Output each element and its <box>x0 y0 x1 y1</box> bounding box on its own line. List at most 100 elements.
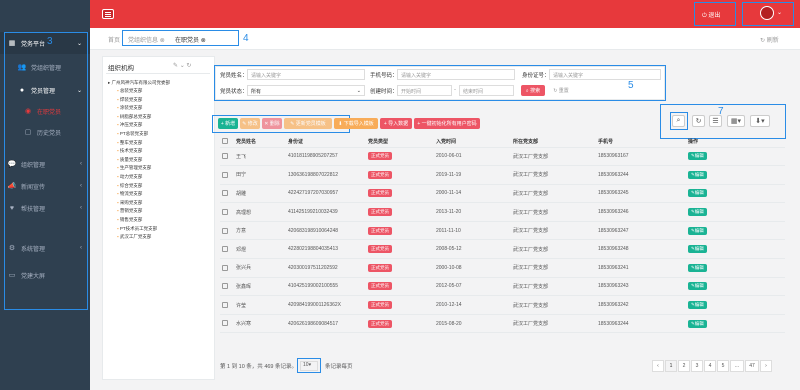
row-checkbox[interactable] <box>220 295 234 315</box>
import-data-button[interactable]: + 导入数据 <box>380 118 412 129</box>
tree-node[interactable]: ▪ 总装党支部 <box>117 88 142 94</box>
cell-name: 田宁 <box>234 165 286 185</box>
toolbar-refresh-button[interactable]: ↻ <box>692 115 705 127</box>
table-row[interactable]: 水兴寒 420626198609084517 正式党员 2015-08-20 武汉工厂党… <box>220 314 785 334</box>
toolbar-columns-button[interactable]: ▦▾ <box>727 115 745 127</box>
refresh-button[interactable]: ↻ 刷新 <box>760 35 779 44</box>
tree-node[interactable]: ▪ 物流党支部 <box>117 191 142 197</box>
tree-node[interactable]: ▪ 技术党支部 <box>117 148 142 154</box>
table-row[interactable]: 张兴兵 420300197511202592 正式党员 2000-10-08 武汉工厂党… <box>220 258 785 278</box>
tree-node[interactable]: ▪ 销售党支部 <box>117 217 142 223</box>
table-row[interactable]: 许莹 420984199001126362X 正式党员 2010-12-14 武汉工厂党… <box>220 295 785 315</box>
tab-home[interactable]: 首页 <box>108 35 120 44</box>
row-edit-button[interactable]: ✎编辑 <box>688 189 707 198</box>
tree-tools[interactable]: ✎ ⌄ ↻ <box>173 62 191 69</box>
start-time-input[interactable]: 开始时间 <box>397 85 452 96</box>
tree-node[interactable]: ▪ 营销党支部 <box>117 208 142 214</box>
refresh-icon[interactable]: ↻ <box>186 63 191 69</box>
end-time-input[interactable]: 结束时间 <box>459 85 514 96</box>
page-button[interactable]: 5 <box>717 360 729 372</box>
row-edit-button[interactable]: ✎编辑 <box>688 170 707 179</box>
toolbar-export-button[interactable]: ⬇▾ <box>750 115 770 127</box>
table-row[interactable]: 方意 420683198910064248 正式党员 2011-11-10 武汉工厂党支… <box>220 221 785 241</box>
tree-node[interactable]: ▪ 武汉工厂党支部 <box>117 234 151 240</box>
page-button[interactable]: 47 <box>745 360 759 372</box>
power-icon: ⏻ <box>702 13 707 19</box>
page-button[interactable]: ... <box>730 360 744 372</box>
page-button[interactable]: ‹ <box>652 360 664 372</box>
table-row[interactable]: 邓煜 422802198804035413 正式党员 2008-05-12 武汉工厂党支… <box>220 239 785 260</box>
tree-node[interactable]: ▪ 整车党支部 <box>117 140 142 146</box>
member-status-select[interactable]: 所有 ⌄ <box>247 85 365 96</box>
table-row[interactable]: 田宁 130636198807022812 正式党员 2019-11-19 武汉工厂党支… <box>220 165 785 185</box>
tree-node[interactable]: ▪ 综合党支部 <box>117 183 142 189</box>
table-row[interactable]: 高理想 411425199210032439 正式党员 2013-11-20 武汉工厂党… <box>220 202 785 222</box>
tree-node[interactable]: ▪ PT技术员工党支部 <box>117 226 157 232</box>
page-size-select[interactable]: 10▾ <box>300 361 318 371</box>
chevron-down-icon[interactable]: ⌄ <box>777 9 782 16</box>
page-button[interactable]: › <box>760 360 772 372</box>
page-button[interactable]: 1 <box>665 360 677 372</box>
member-name-input[interactable]: 请输入关键字 <box>247 69 365 80</box>
tree-node[interactable]: ▪ 生产管理党支部 <box>117 165 151 171</box>
row-edit-button[interactable]: ✎编辑 <box>688 301 707 310</box>
chevron-down-icon[interactable]: ⌄ <box>180 63 185 69</box>
column-header-type[interactable]: 党员类型 <box>366 136 434 148</box>
row-checkbox[interactable] <box>220 202 234 222</box>
page-button[interactable]: 3 <box>691 360 703 372</box>
tree-root[interactable]: ▸ 广州风神汽车有限公司党委部 <box>108 80 170 86</box>
column-header-name[interactable]: 党员姓名 <box>234 136 286 148</box>
row-checkbox[interactable] <box>220 221 234 241</box>
tree-node[interactable]: ▪ PT总装党支部 <box>117 131 148 137</box>
reset-button[interactable]: ↻ 重置 <box>549 85 573 96</box>
tree-node[interactable]: ▪ 质量党支部 <box>117 157 142 163</box>
select-all-checkbox[interactable] <box>220 136 234 148</box>
avatar[interactable] <box>760 6 774 20</box>
row-edit-button[interactable]: ✎编辑 <box>688 152 707 161</box>
tree-node[interactable]: ▪ 焊装党支部 <box>117 97 142 103</box>
row-edit-button[interactable]: ✎编辑 <box>688 282 707 291</box>
table-row[interactable]: 胡雕 422427197207030957 正式党员 2000-11-14 武汉工厂党支… <box>220 184 785 204</box>
row-edit-button[interactable]: ✎编辑 <box>688 263 707 272</box>
row-edit-button[interactable]: ✎编辑 <box>688 226 707 235</box>
column-header-join-date[interactable]: 入党时间 <box>434 136 511 148</box>
row-edit-button[interactable]: ✎编辑 <box>688 245 707 254</box>
row-checkbox[interactable] <box>220 147 234 167</box>
table-row[interactable]: 王飞 410181198905207257 正式党员 2010-06-01 武汉工厂党支… <box>220 147 785 167</box>
menu-toggle-button[interactable] <box>102 9 114 19</box>
cell-id: 410425199002100555 <box>286 277 366 297</box>
tree-node[interactable]: ▪ 采购党支部 <box>117 200 142 206</box>
update-template-button[interactable]: ✎ 更新党员模板 <box>284 118 332 129</box>
column-header-branch[interactable]: 所在党支部 <box>511 136 596 148</box>
edit-icon[interactable]: ✎ <box>173 63 178 69</box>
delete-button[interactable]: ✕ 删除 <box>262 118 282 129</box>
phone-input[interactable]: 请输入关键字 <box>397 69 515 80</box>
toolbar-search-button[interactable]: ⌕ <box>672 115 685 127</box>
download-template-button[interactable]: ⬇ 下载导入模板 <box>334 118 378 129</box>
cell-join-date: 2010-12-14 <box>434 295 511 315</box>
row-checkbox[interactable] <box>220 314 234 334</box>
logout-button[interactable]: ⏻ 退出 <box>702 10 720 20</box>
page-button[interactable]: 2 <box>678 360 690 372</box>
reset-passwords-button[interactable]: + 一键初始化所有用户密码 <box>414 118 480 129</box>
tree-node[interactable]: ▪ 涂装党支部 <box>117 105 142 111</box>
tree-node[interactable]: ▪ 冲压党支部 <box>117 122 142 128</box>
tree-node[interactable]: ▪ 动力党支部 <box>117 174 142 180</box>
row-edit-button[interactable]: ✎编辑 <box>688 208 707 217</box>
table-row[interactable]: 张鑫晖 410425199002100555 正式党员 2012-05-07 武汉工厂党… <box>220 277 785 297</box>
toolbar-toggle-view-button[interactable]: ☰ <box>709 115 722 127</box>
tree-node[interactable]: ▪ 树脂部总党支部 <box>117 114 151 120</box>
column-header-id[interactable]: 身份证 <box>286 136 366 148</box>
page-button[interactable]: 4 <box>704 360 716 372</box>
row-checkbox[interactable] <box>220 258 234 278</box>
edit-button[interactable]: ✎ 修改 <box>240 118 260 129</box>
column-header-phone[interactable]: 手机号 <box>596 136 686 148</box>
add-button[interactable]: + 新增 <box>218 118 238 129</box>
search-button[interactable]: ⌕ 搜索 <box>521 85 545 96</box>
row-checkbox[interactable] <box>220 165 234 185</box>
row-checkbox[interactable] <box>220 239 234 260</box>
row-edit-button[interactable]: ✎编辑 <box>688 319 707 328</box>
row-checkbox[interactable] <box>220 184 234 204</box>
id-card-input[interactable]: 请输入关键字 <box>549 69 661 80</box>
row-checkbox[interactable] <box>220 277 234 297</box>
